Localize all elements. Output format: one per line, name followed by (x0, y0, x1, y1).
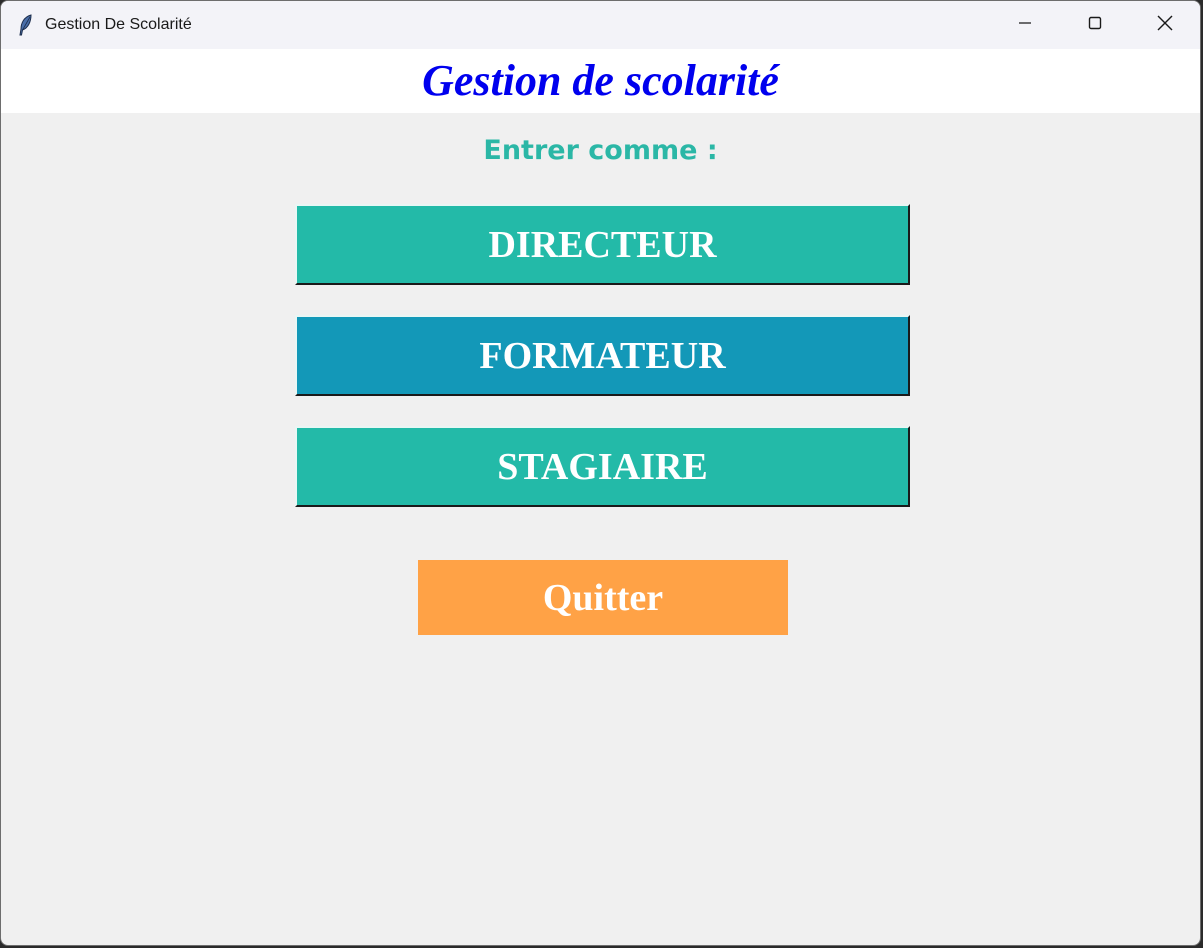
app-window: Gestion De Scolarité Gestion de scolarit… (0, 0, 1201, 946)
formateur-button[interactable]: FORMATEUR (295, 315, 910, 396)
maximize-button[interactable] (1060, 1, 1130, 49)
minimize-button[interactable] (990, 1, 1060, 49)
minimize-icon (1018, 16, 1032, 35)
maximize-icon (1088, 16, 1102, 35)
stagiaire-button[interactable]: STAGIAIRE (295, 426, 910, 507)
header-band: Gestion de scolarité (1, 49, 1200, 113)
window-controls (990, 1, 1200, 49)
close-icon (1157, 15, 1173, 36)
close-button[interactable] (1130, 1, 1200, 49)
login-prompt: Entrer comme : (483, 135, 718, 166)
feather-icon (15, 14, 37, 36)
quit-button[interactable]: Quitter (418, 560, 788, 635)
title-bar[interactable]: Gestion De Scolarité (1, 1, 1200, 49)
app-title: Gestion de scolarité (422, 55, 779, 105)
window-title: Gestion De Scolarité (45, 16, 192, 33)
directeur-button[interactable]: DIRECTEUR (295, 204, 910, 285)
